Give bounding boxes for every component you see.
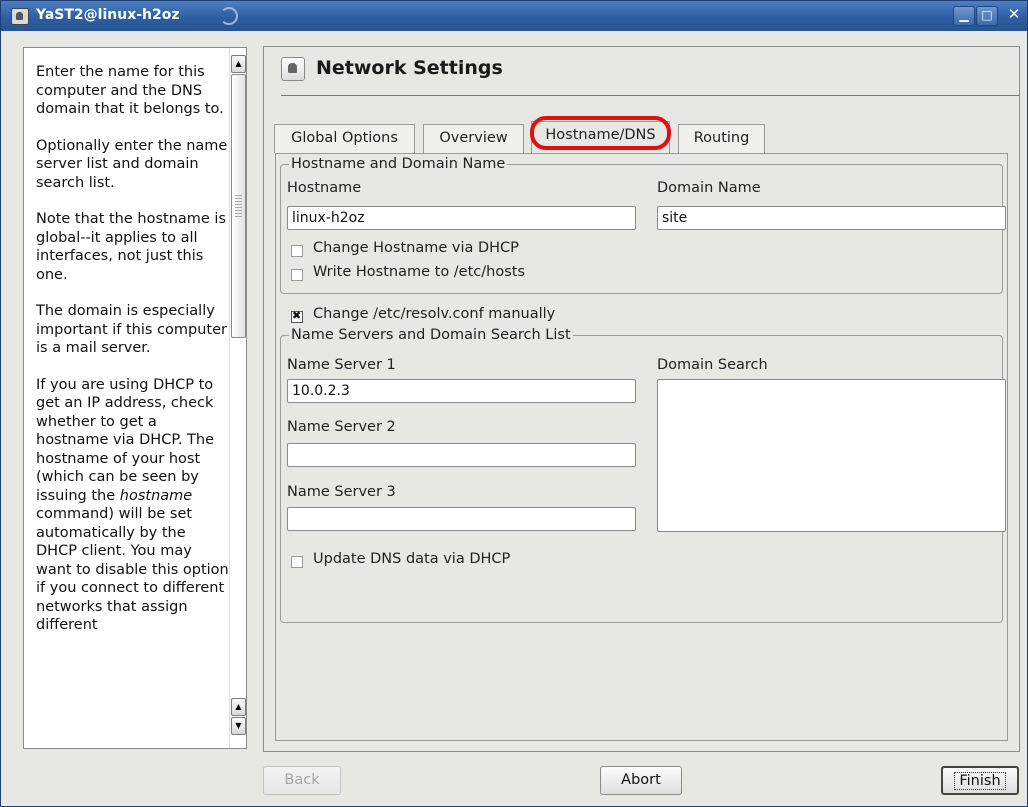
help-text-segment: command) will be set automatically by th… <box>36 506 229 633</box>
domain-search-list[interactable] <box>657 379 1006 532</box>
help-paragraph: Optionally enter the name server list an… <box>36 137 228 191</box>
abort-button[interactable]: Abort <box>600 766 682 795</box>
minimize-button[interactable]: ▁ <box>953 6 975 26</box>
close-button[interactable]: ✕ <box>1004 6 1024 24</box>
name-server-2-input[interactable] <box>287 443 636 467</box>
domain-search-label: Domain Search <box>657 357 768 373</box>
help-paragraph: Note that the hostname is global--it app… <box>36 211 227 283</box>
hostname-label: Hostname <box>287 180 362 196</box>
change-hostname-dhcp-label[interactable]: Change Hostname via DHCP <box>313 240 519 256</box>
group-title: Hostname and Domain Name <box>291 156 506 172</box>
tab-hostname-dns[interactable]: Hostname/DNS <box>531 121 670 154</box>
hostname-dns-panel: Hostname and Domain Name Hostname Domain… <box>275 153 1008 741</box>
write-hostname-hosts-checkbox[interactable] <box>291 269 303 281</box>
scroll-down-arrow-icon[interactable]: ▼ <box>231 717 246 735</box>
scroll-up-arrow-icon[interactable]: ▲ <box>231 55 246 73</box>
help-command-name: hostname <box>119 487 193 504</box>
name-server-1-label: Name Server 1 <box>287 357 396 373</box>
yast-window: YaST2@linux-h2oz ▁ □ ✕ Enter the name fo… <box>0 0 1028 807</box>
change-hostname-dhcp-checkbox[interactable] <box>291 245 303 257</box>
divider <box>281 95 1019 96</box>
help-text: Enter the name for this computer and the… <box>36 63 231 653</box>
scrollbar-thumb[interactable] <box>231 74 246 338</box>
tab-routing[interactable]: Routing <box>678 124 765 153</box>
help-pane: Enter the name for this computer and the… <box>23 47 247 749</box>
title-bar[interactable]: YaST2@linux-h2oz ▁ □ ✕ <box>1 1 1027 31</box>
help-text-segment: If you are using DHCP to get an IP addre… <box>36 376 215 504</box>
tab-global-options[interactable]: Global Options <box>274 124 415 153</box>
resolv-manual-label[interactable]: Change /etc/resolv.conf manually <box>313 306 555 322</box>
help-scrollbar[interactable]: ▲ ▲ ▼ <box>229 48 246 748</box>
finish-button-label: Finish <box>954 772 1006 790</box>
help-paragraph: Enter the name for this computer and the… <box>36 64 224 117</box>
write-hostname-hosts-label[interactable]: Write Hostname to /etc/hosts <box>313 264 525 280</box>
domain-name-input[interactable] <box>657 206 1006 230</box>
maximize-button[interactable]: □ <box>976 6 998 26</box>
help-paragraph: The domain is especially important if th… <box>36 303 227 356</box>
name-server-2-label: Name Server 2 <box>287 419 396 435</box>
back-button[interactable]: Back <box>263 766 341 795</box>
resolv-manual-checkbox[interactable] <box>291 309 303 323</box>
tab-overview[interactable]: Overview <box>423 124 524 153</box>
domain-name-label: Domain Name <box>657 180 761 196</box>
name-server-1-input[interactable] <box>287 379 636 403</box>
finish-button[interactable]: Finish <box>941 766 1019 795</box>
main-pane: Network Settings Global Options Overview… <box>263 46 1020 752</box>
update-dns-dhcp-checkbox[interactable] <box>291 556 303 568</box>
network-settings-icon <box>281 57 305 81</box>
hostname-input[interactable] <box>287 206 636 230</box>
name-server-3-label: Name Server 3 <box>287 484 396 500</box>
page-title: Network Settings <box>316 57 503 79</box>
yast-app-icon <box>11 8 29 25</box>
scroll-up-arrow-icon[interactable]: ▲ <box>231 698 246 716</box>
group-title: Name Servers and Domain Search List <box>291 327 571 343</box>
window-title: YaST2@linux-h2oz <box>36 7 180 23</box>
update-dns-dhcp-label[interactable]: Update DNS data via DHCP <box>313 551 510 567</box>
opensuse-gecko-icon <box>220 7 238 25</box>
help-paragraph: If you are using DHCP to get an IP addre… <box>36 376 231 635</box>
name-server-3-input[interactable] <box>287 507 636 531</box>
